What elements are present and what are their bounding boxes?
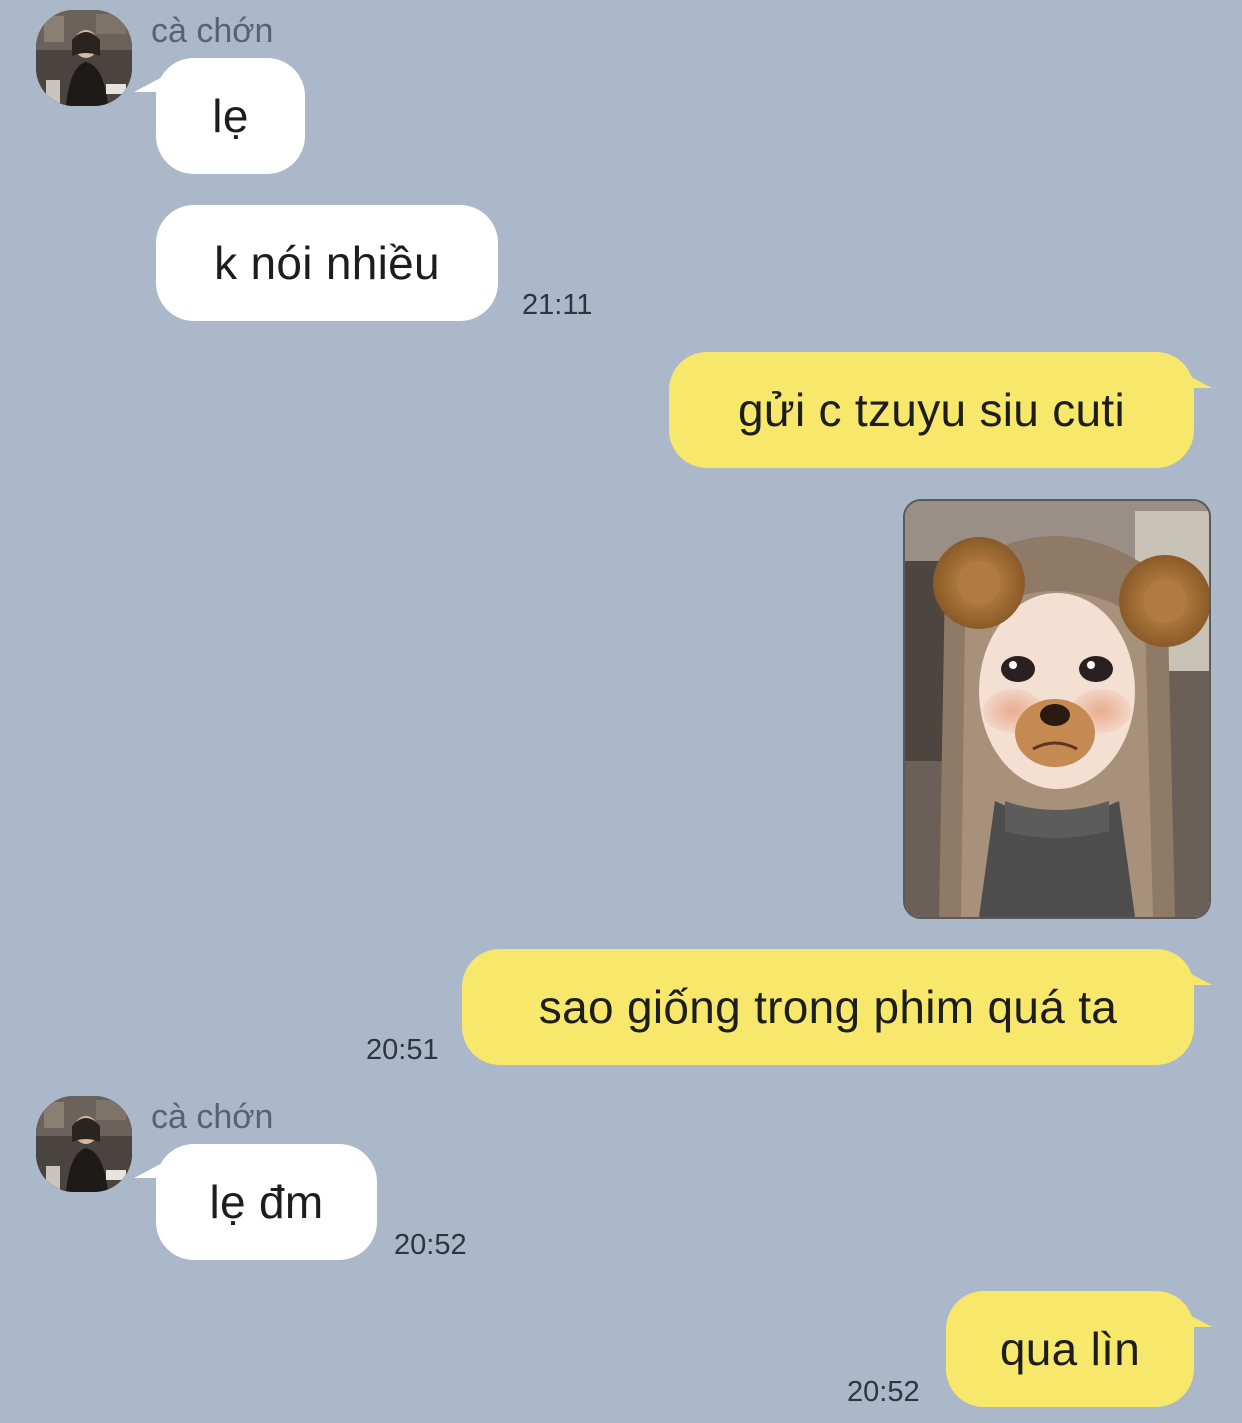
- sender-name: cà chớn: [151, 1098, 274, 1136]
- message-timestamp: 21:11: [522, 289, 593, 321]
- message-bubble-outgoing[interactable]: sao giống trong phim quá ta: [462, 949, 1194, 1065]
- message-bubble-incoming[interactable]: lẹ đm: [156, 1144, 377, 1260]
- contact-avatar[interactable]: [36, 10, 132, 106]
- sender-name: cà chớn: [151, 12, 274, 50]
- chat-thread: cà chớn lẹ k nói nhiều 21:11 gửi c tzuyu…: [0, 0, 1242, 1423]
- avatar-photo-icon: [36, 10, 132, 106]
- message-timestamp: 20:52: [394, 1229, 467, 1261]
- photo-girl-with-bear-filter-icon: [905, 501, 1209, 917]
- message-bubble-incoming[interactable]: k nói nhiều: [156, 205, 498, 321]
- message-timestamp: 20:51: [366, 1034, 439, 1066]
- contact-avatar[interactable]: [36, 1096, 132, 1192]
- message-timestamp: 20:52: [847, 1376, 920, 1408]
- message-bubble-incoming[interactable]: lẹ: [156, 58, 305, 174]
- message-bubble-outgoing[interactable]: qua lìn: [946, 1291, 1194, 1407]
- message-bubble-outgoing[interactable]: gửi c tzuyu siu cuti: [669, 352, 1194, 468]
- avatar-photo-icon: [36, 1096, 132, 1192]
- message-image[interactable]: [903, 499, 1211, 919]
